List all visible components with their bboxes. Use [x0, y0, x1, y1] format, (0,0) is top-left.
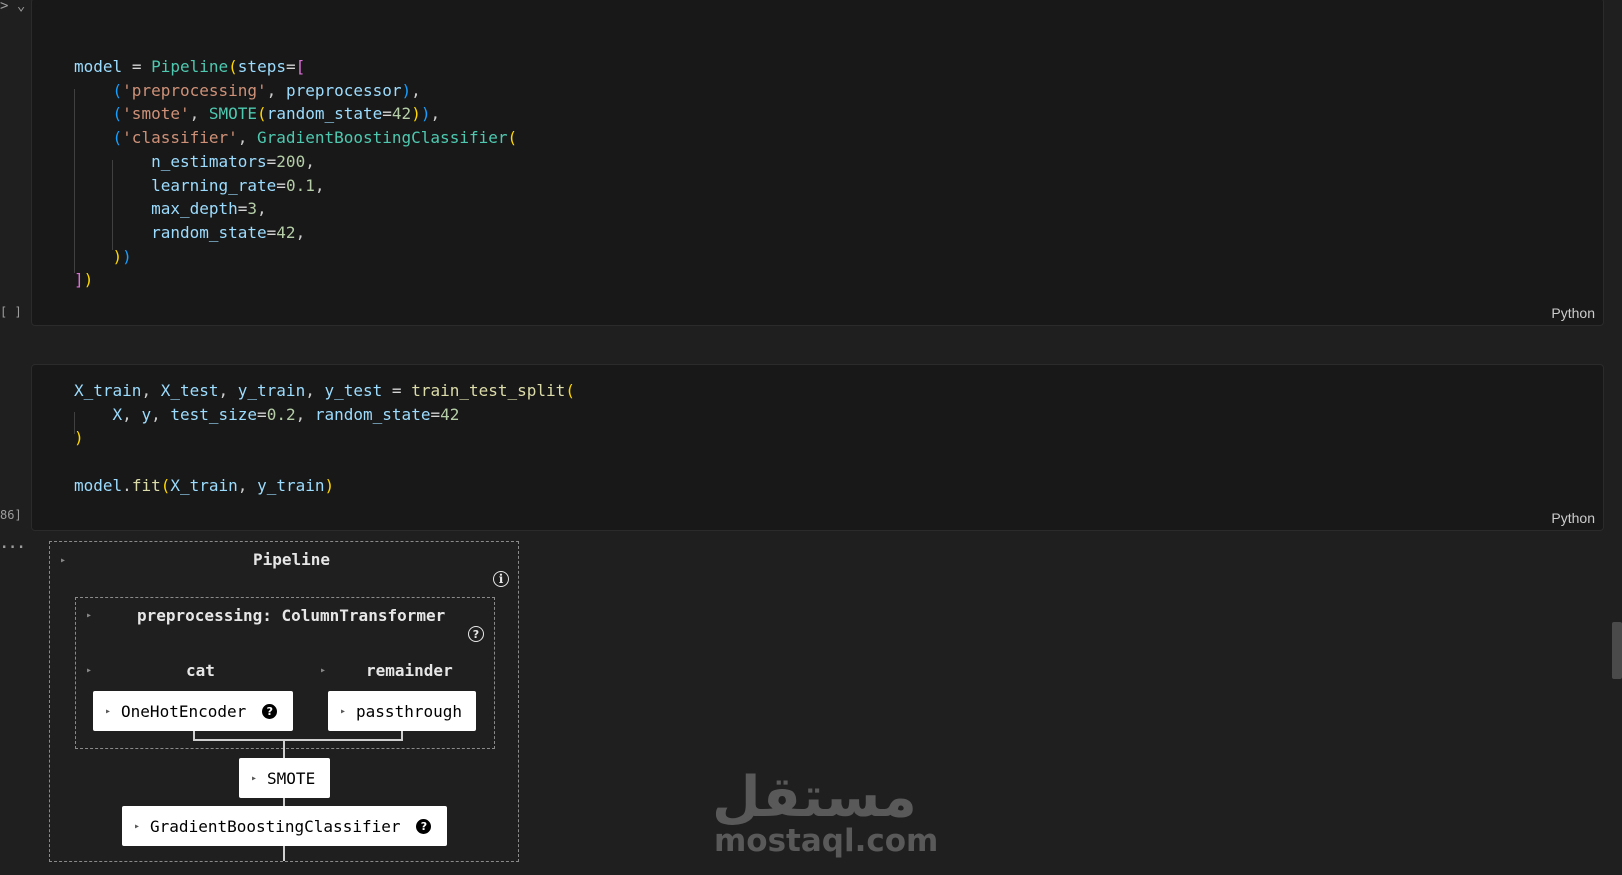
expand-triangle-icon: ▸	[105, 705, 112, 717]
code-editor[interactable]: model = Pipeline(steps=[ ('preprocessing…	[74, 55, 517, 292]
code-cell-pipeline[interactable]: model = Pipeline(steps=[ ('preprocessing…	[31, 0, 1604, 326]
onehotencoder-box[interactable]: ▸ OneHotEncoder ?	[93, 691, 293, 731]
cell1-execution-count: [ ]	[0, 305, 22, 319]
help-icon[interactable]: ?	[416, 818, 432, 834]
expand-triangle-icon: ▸	[340, 705, 347, 717]
code-cell-fit[interactable]: X_train, X_test, y_train, y_test = train…	[31, 364, 1604, 531]
passthrough-box[interactable]: ▸ passthrough	[328, 691, 476, 731]
watermark-logo-arabic: مستقل	[712, 765, 917, 830]
cell-language-label[interactable]: Python	[1551, 510, 1595, 526]
cell-language-label[interactable]: Python	[1551, 305, 1595, 321]
cell2-execution-count: 86]	[0, 508, 22, 522]
expand-triangle-icon: ▸	[134, 820, 141, 832]
connector-line	[193, 739, 403, 741]
cell-collapse-chevron[interactable]: > ⌄	[0, 0, 25, 14]
pipeline-title[interactable]: Pipeline	[253, 550, 330, 569]
help-icon[interactable]: ?	[468, 626, 484, 642]
code-editor[interactable]: X_train, X_test, y_train, y_test = train…	[74, 379, 575, 498]
help-icon[interactable]: ?	[262, 703, 278, 719]
output-more-icon[interactable]: ...	[0, 536, 25, 552]
info-icon[interactable]: i	[493, 571, 509, 587]
expand-triangle-icon: ▸	[251, 772, 258, 784]
smote-label: SMOTE	[267, 768, 316, 788]
cat-label[interactable]: cat	[186, 661, 215, 680]
passthrough-label: passthrough	[356, 701, 462, 721]
onehotencoder-label: OneHotEncoder	[121, 701, 247, 721]
remainder-expand-toggle[interactable]: ▸	[320, 665, 326, 676]
watermark-logo-url: mostaql.com	[714, 823, 939, 859]
gradientboostingclassifier-box[interactable]: ▸ GradientBoostingClassifier ?	[122, 806, 447, 846]
remainder-label[interactable]: remainder	[366, 661, 453, 680]
gradientboostingclassifier-label: GradientBoostingClassifier	[150, 816, 401, 836]
preprocessing-expand-toggle[interactable]: ▸	[86, 610, 92, 621]
smote-box[interactable]: ▸ SMOTE	[239, 758, 330, 798]
preprocessing-title[interactable]: preprocessing: ColumnTransformer	[137, 606, 445, 625]
vertical-scrollbar-thumb[interactable]	[1612, 622, 1622, 679]
cat-expand-toggle[interactable]: ▸	[86, 665, 92, 676]
pipeline-expand-toggle[interactable]: ▸	[60, 555, 66, 566]
